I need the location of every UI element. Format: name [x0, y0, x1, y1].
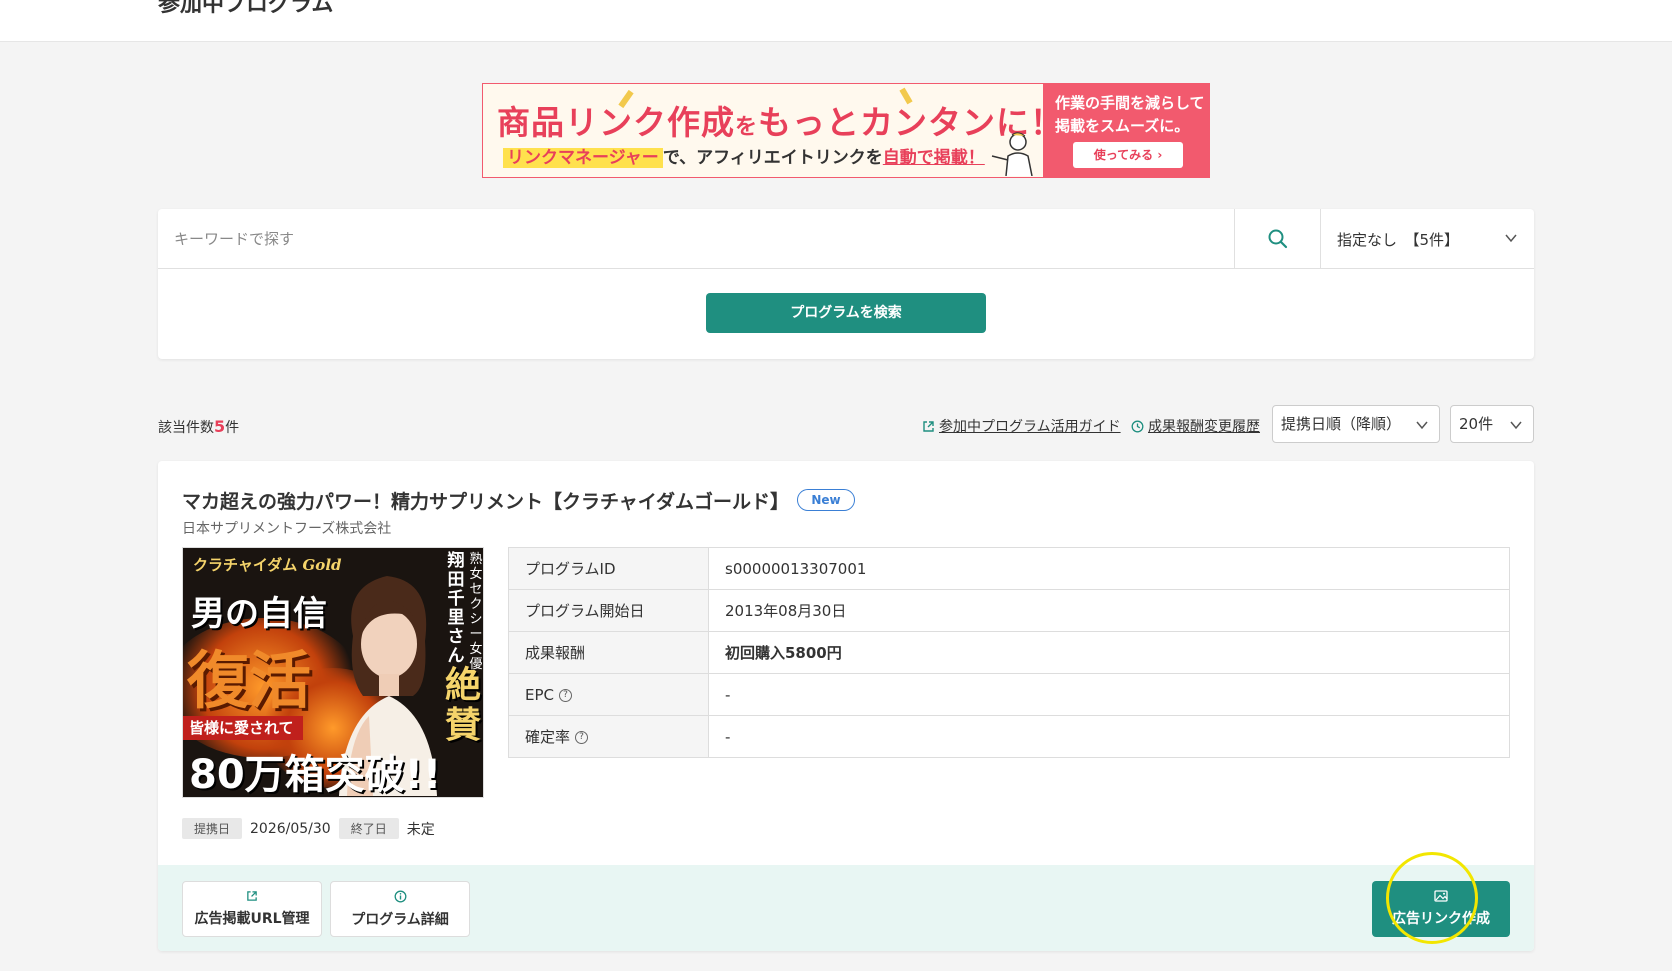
ad-url-management-label: 広告掲載URL管理: [194, 911, 310, 927]
program-info-value: 初回購入5800円: [708, 631, 1510, 674]
per-page-select[interactable]: 20件: [1450, 405, 1534, 443]
sort-order-value: 提携日順（降順）: [1281, 415, 1402, 433]
product-brand: クラチャイダム Gold: [193, 554, 342, 575]
chevron-down-icon: [1416, 421, 1428, 430]
clock-icon: [1131, 420, 1144, 432]
program-info-label: プログラムID: [508, 547, 709, 590]
program-title[interactable]: マカ超えの強力パワー！精力サプリメント【クラチャイダムゴールド】: [182, 487, 789, 514]
program-info-label-text: プログラム開始日: [525, 602, 645, 620]
try-it-button[interactable]: 使ってみる ›: [1073, 142, 1183, 168]
reward-history-link-label: 成果報酬変更履歴: [1148, 419, 1260, 435]
external-link-icon: [923, 420, 934, 432]
program-info-label: 成果報酬: [508, 631, 709, 674]
program-info-label-text: EPC: [525, 685, 554, 704]
banner-headline-a: 商品リンク作成: [497, 103, 735, 142]
end-date-value: 未定: [406, 821, 435, 838]
product-headline-2: 復活: [187, 644, 312, 717]
program-info-label-text: 確定率: [525, 728, 571, 746]
banner-right-line2: 掲載をスムーズに。: [1055, 117, 1190, 135]
usage-guide-link[interactable]: 参加中プログラム活用ガイド: [922, 416, 1121, 436]
ad-url-management-button[interactable]: 広告掲載URL管理: [182, 881, 322, 937]
keyword-search-input[interactable]: [174, 227, 1174, 251]
banner-subtext: リンクマネージャー で、アフィリエイトリンクを自動で掲載！: [503, 143, 985, 168]
filter-select[interactable]: 指定なし 【5件】: [1320, 209, 1534, 269]
product-sales-claim: 80万箱突破!!: [189, 752, 442, 798]
person-illustration-icon: [991, 132, 1033, 176]
result-count-suffix: 件: [225, 420, 240, 436]
image-icon: [1434, 890, 1448, 902]
link-manager-promo-banner[interactable]: 商品リンク作成をもっとカンタンに！ リンクマネージャー で、アフィリエイトリンクを…: [482, 83, 1210, 178]
help-icon[interactable]: ?: [575, 731, 589, 744]
search-panel: 指定なし 【5件】 プログラムを検索: [158, 209, 1534, 359]
sort-order-select[interactable]: 提携日順（降順）: [1272, 405, 1440, 443]
top-header: 参加中プログラム: [0, 0, 1672, 42]
per-page-value: 20件: [1459, 415, 1494, 433]
product-headline-1: 男の自信: [191, 594, 327, 634]
banner-right: 作業の手間を減らして 掲載をスムーズに。 使ってみる ›: [1043, 84, 1209, 177]
program-card: マカ超えの強力パワー！精力サプリメント【クラチャイダムゴールド】 New 日本サ…: [158, 461, 1534, 951]
product-vertical-role: 熟女セクシー女優: [469, 552, 483, 672]
filter-select-value: 指定なし 【5件】: [1337, 230, 1460, 249]
result-count: 該当件数5件: [158, 417, 239, 437]
program-info-label: プログラム開始日: [508, 589, 709, 632]
search-icon: [1268, 229, 1287, 249]
partner-date-value: 2026/05/30: [250, 820, 331, 837]
program-info-value: -: [708, 673, 1510, 716]
search-row: 指定なし 【5件】: [158, 209, 1534, 269]
create-ad-link-label: 広告リンク作成: [1392, 911, 1490, 927]
reward-history-link[interactable]: 成果報酬変更履歴: [1131, 416, 1260, 436]
end-date-label: 終了日: [338, 818, 399, 839]
results-toolbar: 該当件数5件 参加中プログラム活用ガイド 成果報酬変更履歴 提携日順（降順） 2…: [158, 405, 1534, 445]
program-card-actions: 広告掲載URL管理 プログラム詳細 広告リンク作成: [158, 865, 1534, 951]
help-icon[interactable]: ?: [559, 688, 572, 702]
product-vertical-name: 翔田千里さん: [447, 551, 465, 666]
program-detail-label: プログラム詳細: [351, 911, 449, 928]
banner-headline: 商品リンク作成をもっとカンタンに！: [497, 96, 1064, 144]
usage-guide-link-label: 参加中プログラム活用ガイド: [939, 419, 1121, 435]
advertiser-name: 日本サプリメントフーズ株式会社: [182, 521, 392, 537]
program-info-row: 確定率? -: [508, 715, 1510, 758]
banner-headline-wo: を: [735, 115, 759, 140]
banner-sub-highlight: リンクマネージャー: [503, 148, 663, 168]
search-programs-button[interactable]: プログラムを検索: [706, 293, 986, 333]
chevron-down-icon: [1505, 234, 1517, 243]
partner-date-label: 提携日: [182, 818, 243, 839]
program-info-value: 2013年08月30日: [708, 589, 1510, 632]
banner-left: 商品リンク作成をもっとカンタンに！ リンクマネージャー で、アフィリエイトリンクを…: [483, 84, 1063, 177]
page-title-fragment: 参加中プログラム: [158, 0, 334, 17]
banner-sub-mid: で、アフィリエイトリンクを: [662, 148, 883, 168]
new-badge: New: [797, 489, 855, 511]
program-detail-button[interactable]: プログラム詳細: [330, 881, 470, 937]
program-info-label: EPC?: [508, 673, 709, 716]
program-info-label: 確定率?: [508, 715, 709, 758]
product-brand-text: クラチャイダム: [193, 556, 298, 574]
product-vertical-praise: 絶賛: [444, 665, 481, 746]
banner-right-text: 作業の手間を減らして 掲載をスムーズに。: [1055, 92, 1205, 138]
external-link-icon: [247, 891, 257, 901]
search-icon-button[interactable]: [1234, 209, 1320, 269]
create-ad-link-button[interactable]: 広告リンク作成: [1372, 881, 1510, 937]
program-info-table: プログラムID s00000013307001 プログラム開始日 2013年08月30…: [508, 547, 1510, 758]
partnership-dates: 提携日 2026/05/30 終了日 未定: [182, 818, 435, 839]
program-info-label-text: プログラムID: [525, 560, 616, 578]
banner-right-line1: 作業の手間を減らして: [1055, 94, 1205, 112]
result-count-number: 5: [214, 417, 226, 436]
product-ribbon: 皆様に愛されて: [183, 716, 303, 740]
chevron-down-icon: [1510, 421, 1522, 430]
program-info-row: プログラム開始日 2013年08月30日: [508, 589, 1510, 632]
program-info-value: s00000013307001: [708, 547, 1510, 590]
info-icon: [394, 890, 406, 902]
program-info-row: プログラムID s00000013307001: [508, 547, 1510, 590]
result-count-prefix: 該当件数: [158, 420, 214, 436]
banner-sub-underline: 自動で掲載！: [882, 148, 985, 168]
program-info-label-text: 成果報酬: [525, 644, 586, 662]
program-info-row: EPC? -: [508, 673, 1510, 716]
program-info-row: 成果報酬 初回購入5800円: [508, 631, 1510, 674]
program-info-value: -: [708, 715, 1510, 758]
product-image: クラチャイダム Gold 男の自信 復活 翔田千里さん 熟女セクシー女優 絶賛 …: [182, 547, 484, 798]
